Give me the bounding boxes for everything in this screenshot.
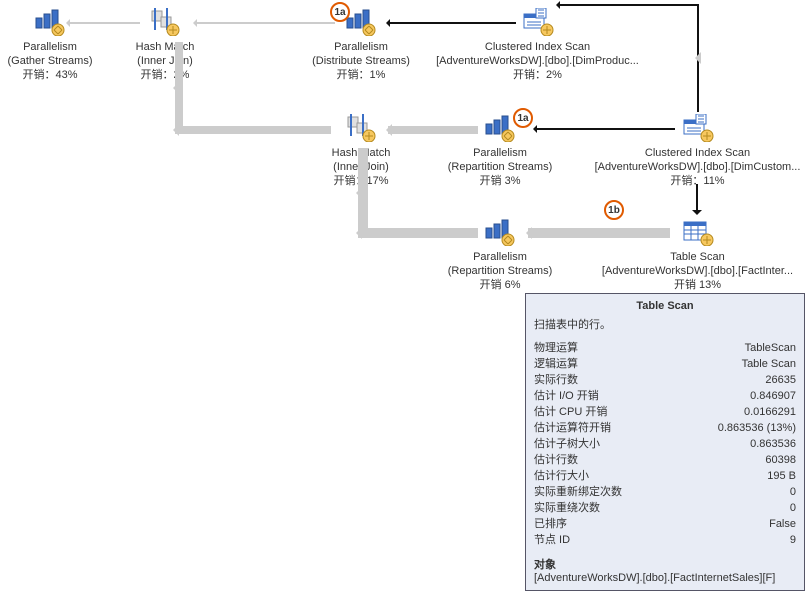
- arrow: [358, 148, 368, 238]
- node-subtitle: [AdventureWorksDW].[dbo].[DimProduc...: [430, 54, 645, 68]
- node-subtitle: (Gather Streams): [0, 54, 110, 68]
- tooltip-table-scan: Table Scan 扫描表中的行。 物理运算TableScan逻辑运算Tabl…: [525, 293, 805, 591]
- node-parallelism-distribute[interactable]: Parallelism (Distribute Streams) 开销：1%: [286, 6, 436, 82]
- tooltip-subtitle: 扫描表中的行。: [534, 316, 796, 332]
- node-subtitle: (Inner Join): [110, 54, 220, 68]
- node-title: Parallelism: [286, 40, 436, 54]
- node-cost: 开销：2%: [110, 68, 220, 82]
- node-title: Parallelism: [425, 146, 575, 160]
- arrow: [535, 128, 675, 130]
- tooltip-row: 估计子树大小0.863536: [534, 436, 796, 452]
- node-cost: 开销 3%: [425, 174, 575, 188]
- node-hash-match-1[interactable]: Hash Match (Inner Join) 开销：2%: [110, 6, 220, 82]
- node-subtitle: [AdventureWorksDW].[dbo].[DimCustom...: [590, 160, 805, 174]
- tooltip-object-value: [AdventureWorksDW].[dbo].[FactInternetSa…: [534, 572, 796, 584]
- tooltip-row: 实际重新绑定次数0: [534, 484, 796, 500]
- tooltip-row: 估计 CPU 开销0.0166291: [534, 404, 796, 420]
- arrow: [388, 22, 516, 24]
- arrow: [195, 22, 335, 24]
- tooltip-object-label: 对象: [534, 556, 796, 572]
- node-subtitle: [AdventureWorksDW].[dbo].[FactInter...: [590, 264, 805, 278]
- node-subtitle: (Repartition Streams): [425, 264, 575, 278]
- node-subtitle: (Distribute Streams): [286, 54, 436, 68]
- tooltip-row: 实际行数26635: [534, 372, 796, 388]
- node-cost: 开销：43%: [0, 68, 110, 82]
- node-cost: 开销 13%: [590, 278, 805, 292]
- tooltip-row: 估计运算符开销0.863536 (13%): [534, 420, 796, 436]
- node-title: Hash Match: [110, 40, 220, 54]
- node-title: Table Scan: [590, 250, 805, 264]
- node-cost: 开销 6%: [425, 278, 575, 292]
- arrow: [175, 42, 183, 134]
- arrow: [697, 4, 699, 112]
- tooltip-row: 估计 I/O 开销0.846907: [534, 388, 796, 404]
- arrow: [358, 228, 478, 238]
- arrow: [388, 126, 478, 134]
- tooltip-row: 估计行大小195 B: [534, 468, 796, 484]
- node-title: Clustered Index Scan: [590, 146, 805, 160]
- node-cost: 开销：1%: [286, 68, 436, 82]
- node-parallelism-gather[interactable]: Parallelism (Gather Streams) 开销：43%: [0, 6, 110, 82]
- node-clustered-index-scan-product[interactable]: Clustered Index Scan [AdventureWorksDW].…: [430, 6, 645, 82]
- node-subtitle: (Repartition Streams): [425, 160, 575, 174]
- node-title: Clustered Index Scan: [430, 40, 645, 54]
- node-clustered-index-scan-customer[interactable]: Clustered Index Scan [AdventureWorksDW].…: [590, 112, 805, 188]
- tooltip-row: 实际重绕次数0: [534, 500, 796, 516]
- arrow: [175, 126, 331, 134]
- node-title: Parallelism: [425, 250, 575, 264]
- tooltip-row: 逻辑运算Table Scan: [534, 356, 796, 372]
- node-title: Parallelism: [0, 40, 110, 54]
- tooltip-row: 估计行数60398: [534, 452, 796, 468]
- tooltip-row: 物理运算TableScan: [534, 340, 796, 356]
- arrow: [696, 184, 698, 212]
- node-parallelism-repartition-1[interactable]: Parallelism (Repartition Streams) 开销 3%: [425, 112, 575, 188]
- badge-1a: 1a: [330, 2, 350, 22]
- arrow: [68, 22, 140, 24]
- tooltip-row: 已排序False: [534, 516, 796, 532]
- arrow: [528, 228, 670, 238]
- arrow: [558, 4, 698, 6]
- tooltip-title: Table Scan: [534, 300, 796, 312]
- node-cost: 开销：2%: [430, 68, 645, 82]
- tooltip-row: 节点 ID9: [534, 532, 796, 548]
